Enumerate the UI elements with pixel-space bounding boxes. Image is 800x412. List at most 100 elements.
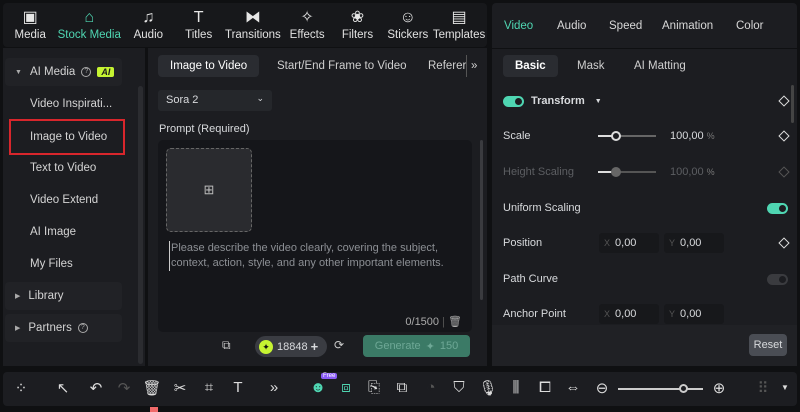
subtab-ai-matting[interactable]: AI Matting xyxy=(622,55,698,77)
crop-icon[interactable]: ⌗ xyxy=(199,379,219,396)
label: Effects xyxy=(289,29,325,41)
axis: X xyxy=(604,238,611,248)
panel-scrollbar[interactable] xyxy=(791,85,794,123)
tab-video[interactable]: Video xyxy=(504,20,533,32)
toolbar-filters[interactable]: ❀ Filters xyxy=(332,3,382,47)
prompt-label: Prompt (Required) xyxy=(159,123,250,135)
position-x-input[interactable]: X 0,00 xyxy=(599,233,659,253)
toolbar-templates[interactable]: ▤ Templates xyxy=(433,3,485,47)
toolbar-transitions[interactable]: ⧓ Transitions xyxy=(224,3,282,47)
export-clip-icon[interactable]: ⎘ xyxy=(364,379,384,396)
caret-down-icon[interactable]: ▼ xyxy=(775,383,795,392)
audio-mixer-icon[interactable]: ⫼ xyxy=(506,379,526,396)
tab-reference[interactable]: Referer xyxy=(418,55,466,77)
sidebar-item-video-inspiration[interactable]: Video Inspirati... xyxy=(5,90,122,118)
sidebar-scrollbar[interactable] xyxy=(138,86,143,364)
value: 100,00 xyxy=(670,130,704,142)
toolbar-audio[interactable]: ♫ Audio xyxy=(123,3,173,47)
path-curve-row: Path Curve xyxy=(503,269,788,289)
path-curve-toggle[interactable] xyxy=(767,273,788,285)
tab-audio[interactable]: Audio xyxy=(557,20,586,32)
toolbar-stock-media[interactable]: ⌂ Stock Media xyxy=(55,3,123,47)
detach-icon[interactable]: ⧠ xyxy=(535,379,555,396)
label: Uniform Scaling xyxy=(503,202,581,214)
model-select[interactable]: Sora 2 ⌄ xyxy=(158,90,272,111)
sidebar-group-partners[interactable]: ▶ Partners? xyxy=(5,314,122,342)
split-icon[interactable]: ✂ xyxy=(170,379,190,397)
subtab-mask[interactable]: Mask xyxy=(565,55,616,77)
transform-toggle[interactable] xyxy=(503,95,524,107)
tabs-more-button[interactable]: » xyxy=(466,55,481,77)
sidebar-group-ai-media[interactable]: ▼ AI Media? AI xyxy=(5,58,122,86)
sidebar-item-my-files[interactable]: My Files xyxy=(5,250,122,278)
tab-start-end-frame[interactable]: Start/End Frame to Video xyxy=(265,55,419,77)
help-icon[interactable]: ? xyxy=(77,323,88,333)
select-tool-icon[interactable]: ↖ xyxy=(53,379,73,397)
grid-handle-icon[interactable]: ⠿ xyxy=(753,379,773,397)
caret-down-icon[interactable]: ▼ xyxy=(595,98,602,105)
scale-value[interactable]: 100,00% xyxy=(670,130,715,142)
prompt-scrollbar[interactable] xyxy=(480,140,483,300)
redo-icon[interactable]: ↷ xyxy=(114,379,134,397)
playhead[interactable] xyxy=(150,407,158,412)
label: AI Media xyxy=(29,66,76,78)
reset-button[interactable]: Reset xyxy=(749,334,787,356)
uniform-scaling-toggle[interactable] xyxy=(767,202,788,214)
credits-button[interactable]: ✦ 18848 + xyxy=(255,336,327,357)
text-tool-icon[interactable]: T xyxy=(228,379,248,396)
label: Generate xyxy=(374,340,421,352)
generate-button[interactable]: Generate ✦ 150 xyxy=(363,335,470,357)
prompt-box[interactable]: ⊞ Please describe the video clearly, cov… xyxy=(158,140,472,332)
subtab-basic[interactable]: Basic xyxy=(503,55,558,77)
tab-speed[interactable]: Speed xyxy=(609,20,642,32)
toolbar-titles[interactable]: T Titles xyxy=(174,3,224,47)
anchor-x-input[interactable]: X 0,00 xyxy=(599,304,659,324)
delete-icon[interactable]: 🗑 xyxy=(142,379,162,397)
refresh-icon[interactable]: ⟳ xyxy=(334,338,344,352)
label: Transitions xyxy=(224,29,281,41)
toolbar-media[interactable]: ▣ Media xyxy=(5,3,55,47)
toolbar-stickers[interactable]: ☺ Stickers xyxy=(383,3,433,47)
upload-image-button[interactable]: ⊞ xyxy=(166,148,252,232)
trash-icon[interactable]: 🗑 xyxy=(448,316,462,328)
value: 0,00 xyxy=(680,308,702,320)
prompt-input[interactable]: Please describe the video clearly, cover… xyxy=(169,241,459,271)
sidebar-group-library[interactable]: ▶ Library xyxy=(5,282,122,310)
fit-icon[interactable]: ⇔ xyxy=(563,379,583,396)
caret-right-icon: ▶ xyxy=(15,325,21,332)
sidebar-item-text-to-video[interactable]: Text to Video xyxy=(5,154,122,182)
zoom-slider[interactable] xyxy=(618,384,703,393)
more-tools-icon[interactable]: » xyxy=(264,379,284,396)
sidebar-item-image-to-video[interactable]: Image to Video xyxy=(9,119,125,155)
scale-slider[interactable] xyxy=(598,131,656,141)
sidebar-item-ai-image[interactable]: AI Image xyxy=(5,218,122,246)
zoom-out-icon[interactable]: ⊖ xyxy=(592,379,612,397)
help-icon[interactable]: ? xyxy=(81,67,92,77)
sticker-ai-icon[interactable]: ⧉ xyxy=(392,379,412,396)
toolbar-effects[interactable]: ✧ Effects xyxy=(282,3,332,47)
keyframe-icon[interactable] xyxy=(778,130,790,142)
ai-cut-icon[interactable]: ⧈ xyxy=(336,379,356,396)
undo-icon[interactable]: ↶ xyxy=(86,379,106,397)
shield-icon[interactable]: ⛉ xyxy=(449,379,469,396)
tab-animation[interactable]: Animation xyxy=(662,20,713,32)
zoom-slider-handle[interactable] xyxy=(679,384,688,393)
ai-image-icon[interactable]: ⧉ xyxy=(222,338,231,353)
tab-image-to-video[interactable]: Image to Video xyxy=(158,55,260,77)
speed-icon[interactable]: ◔ xyxy=(421,379,441,396)
label: Library xyxy=(28,290,64,302)
ai-mascot-icon[interactable]: ☻ xyxy=(308,379,328,396)
zoom-in-icon[interactable]: ⊕ xyxy=(709,379,729,397)
sidebar-item-video-extend[interactable]: Video Extend xyxy=(5,186,122,214)
layout-icon[interactable]: ⁘ xyxy=(11,379,31,397)
slider-handle[interactable] xyxy=(611,131,621,141)
microphone-icon[interactable]: 🎙 xyxy=(478,379,498,397)
height-slider xyxy=(598,167,656,177)
keyframe-icon[interactable] xyxy=(778,95,790,107)
position-y-input[interactable]: Y 0,00 xyxy=(664,233,724,253)
chevron-down-icon: ⌄ xyxy=(256,93,264,103)
tab-color[interactable]: Color xyxy=(736,20,763,32)
audio-icon: ♫ xyxy=(142,9,155,26)
anchor-y-input[interactable]: Y 0,00 xyxy=(664,304,724,324)
keyframe-icon[interactable] xyxy=(778,237,790,249)
